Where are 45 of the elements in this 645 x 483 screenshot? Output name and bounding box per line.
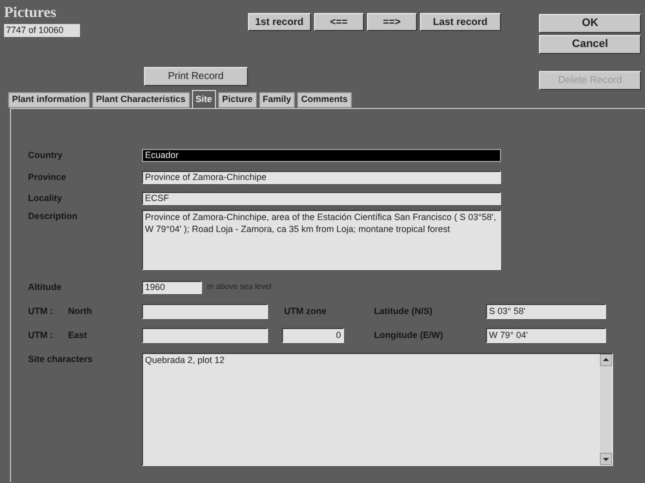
field-label: zone [306,304,327,318]
field-label: Description [28,210,79,223]
nav-button[interactable]: <== [314,13,364,31]
tab[interactable]: Site [192,90,216,108]
scrollbar[interactable] [600,354,612,465]
window-title: Pictures [4,4,58,22]
input-field[interactable]: Province of Zamora-Chinchipe [142,170,501,184]
field-label: UTM : [28,328,54,342]
input-field[interactable]: ECSF [142,192,501,205]
field-label: Site characters [28,353,94,366]
input-field[interactable]: 1960 [142,280,202,294]
field-label: Latitude (N/S) [374,304,434,318]
tab[interactable]: Plant information [8,92,90,108]
input-field[interactable] [142,328,268,343]
nav-button[interactable]: 1st record [248,13,311,31]
dialog-button[interactable]: Cancel [539,35,641,54]
scroll-down-icon[interactable] [600,453,612,465]
input-field[interactable]: W 79° 04' [486,328,606,343]
field-label: Longitude (E/W) [374,328,444,342]
input-field[interactable] [142,304,268,319]
tab[interactable]: Family [258,92,296,108]
input-field[interactable]: S 03° 58' [486,304,606,319]
scroll-up-icon[interactable] [600,354,612,366]
record-counter: 7747 of 10060 [4,24,80,37]
tab[interactable]: Picture [218,92,257,108]
input-field[interactable]: Ecuador [142,149,501,162]
field-label: Locality [28,192,64,205]
tab[interactable]: Plant Characteristics [92,92,190,108]
text-area[interactable]: Province of Zamora-Chinchipe, area of the Estación Científica San Francisco ( S 03°58', W 79°04' ); Road Loja - Zamora, ca 35 km from Loja; montane tropical forest [142,210,501,270]
field-label: Country [28,149,64,162]
tab[interactable]: Comments [297,92,352,108]
print-button[interactable]: Print Record [144,67,248,86]
nav-button[interactable]: ==> [366,13,417,31]
text-area[interactable]: Quebrada 2, plot 12 [142,353,613,466]
field-label: East [68,328,88,342]
text-area-value: Quebrada 2, plot 12 [144,354,226,367]
nav-button[interactable]: Last record [420,13,501,31]
unit-label: m above sea level [207,281,272,294]
input-field[interactable]: 0 [282,328,344,343]
dialog-button[interactable]: OK [539,14,641,33]
field-label: UTM : [28,304,54,318]
field-label: North [68,304,93,318]
field-label: Altitude [28,280,62,294]
field-label: Province [28,170,68,184]
field-label: UTM [284,304,304,318]
